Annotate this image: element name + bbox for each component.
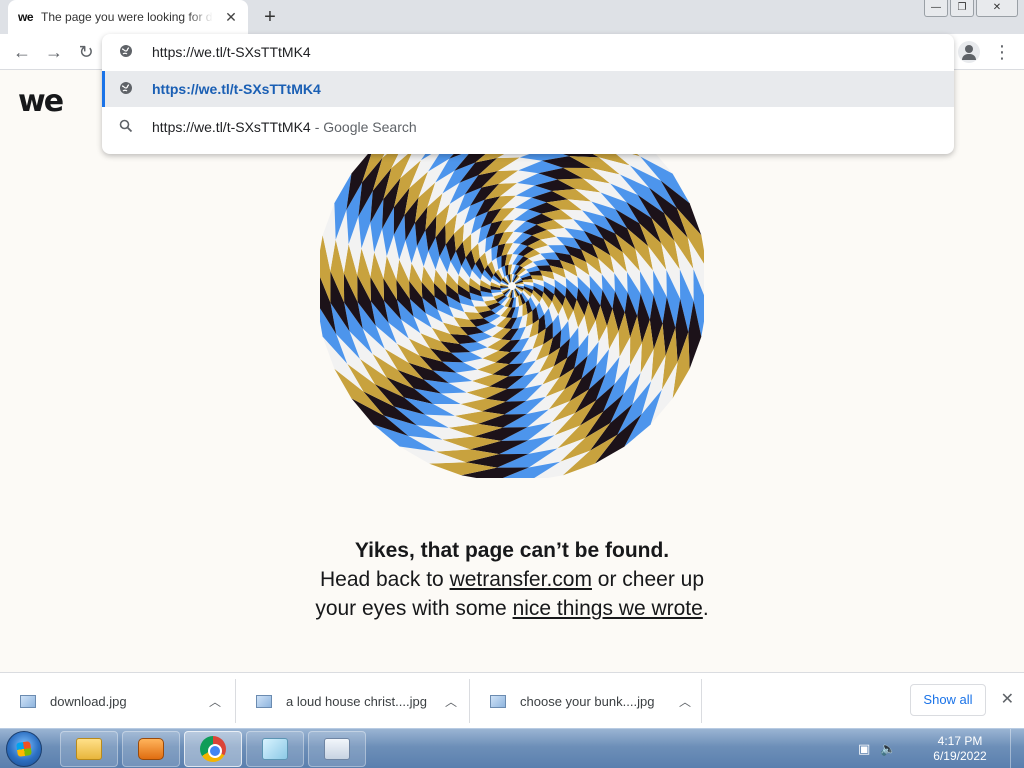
nice-things-link[interactable]: nice things we wrote xyxy=(513,597,703,620)
image-file-icon xyxy=(256,694,272,708)
reload-button[interactable]: ↻ xyxy=(74,40,98,64)
address-bar[interactable]: https://we.tl/t-SXsTTtMK4 xyxy=(102,34,954,70)
omnibox-dropdown: https://we.tl/t-SXsTTtMK4 https://we.tl/… xyxy=(102,34,954,154)
volume-icon[interactable]: 🔈 xyxy=(880,741,896,757)
taskbar-keyboard[interactable] xyxy=(308,731,366,767)
download-shelf: download.jpg ︿ a loud house christ....jp… xyxy=(0,672,1024,728)
tab-strip: we The page you were looking for d ✕ + —… xyxy=(0,0,1024,34)
clock-date: 6/19/2022 xyxy=(933,749,987,763)
tab-title: The page you were looking for d xyxy=(41,10,213,24)
minimize-button[interactable]: — xyxy=(924,0,948,17)
clock-time: 4:17 PM xyxy=(937,734,983,748)
taskbar-media-player[interactable] xyxy=(122,731,180,767)
profile-icon[interactable] xyxy=(958,41,980,63)
address-input[interactable]: https://we.tl/t-SXsTTtMK4 xyxy=(152,44,311,60)
clock[interactable]: 4:17 PM 6/19/2022 xyxy=(920,734,1000,764)
tab-close-icon[interactable]: ✕ xyxy=(222,8,240,26)
wetransfer-link[interactable]: wetransfer.com xyxy=(450,568,592,591)
wetransfer-favicon-icon: we xyxy=(18,10,34,24)
taskbar-notepad[interactable] xyxy=(246,731,304,767)
media-player-icon xyxy=(138,738,164,760)
chevron-up-icon[interactable]: ︿ xyxy=(670,693,700,710)
download-item[interactable]: choose your bunk....jpg ︿ xyxy=(470,679,702,723)
new-tab-button[interactable]: + xyxy=(258,5,282,29)
show-desktop-button[interactable] xyxy=(1010,729,1024,768)
window-close-button[interactable]: ✕ xyxy=(976,0,1018,17)
suggestion-search-text: https://we.tl/t-SXsTTtMK4 xyxy=(152,119,311,135)
window-controls: — ❐ ✕ xyxy=(924,0,1018,17)
download-name: download.jpg xyxy=(50,693,127,709)
taskbar-explorer[interactable] xyxy=(60,731,118,767)
download-name: a loud house christ....jpg xyxy=(286,693,427,709)
body-text-a: Head back to xyxy=(319,568,450,591)
forward-button[interactable]: → xyxy=(42,40,66,64)
error-message: Yikes, that page can’t be found. Head ba… xyxy=(300,536,724,623)
folder-icon xyxy=(76,738,102,760)
image-file-icon xyxy=(20,694,36,708)
suggestion-search-suffix: - Google Search xyxy=(314,119,417,135)
error-headline: Yikes, that page can’t be found. xyxy=(354,539,670,562)
network-icon[interactable]: ▣ xyxy=(858,741,870,757)
restore-button[interactable]: ❐ xyxy=(950,0,974,17)
close-icon[interactable]: ✕ xyxy=(1001,689,1014,709)
windows-taskbar: ▣ 🔈 4:17 PM 6/19/2022 xyxy=(0,728,1024,768)
download-name: choose your bunk....jpg xyxy=(520,693,655,709)
chevron-up-icon[interactable]: ︿ xyxy=(436,693,466,710)
back-button[interactable]: ← xyxy=(10,40,34,64)
browser-tab[interactable]: we The page you were looking for d ✕ xyxy=(8,0,248,34)
download-item[interactable]: a loud house christ....jpg ︿ xyxy=(236,679,470,723)
suggestion-url[interactable]: https://we.tl/t-SXsTTtMK4 xyxy=(102,71,954,107)
body-text-end: . xyxy=(702,597,709,620)
globe-icon xyxy=(118,81,134,98)
chevron-up-icon[interactable]: ︿ xyxy=(200,693,230,710)
wetransfer-logo[interactable]: we xyxy=(18,84,64,119)
menu-icon[interactable]: ⋮ xyxy=(992,40,1012,64)
image-file-icon xyxy=(490,694,506,708)
suggestion-search[interactable]: https://we.tl/t-SXsTTtMK4 - Google Searc… xyxy=(102,109,954,145)
globe-icon xyxy=(118,44,134,61)
show-all-button[interactable]: Show all xyxy=(910,684,986,716)
taskbar-chrome[interactable] xyxy=(184,731,242,767)
download-item[interactable]: download.jpg ︿ xyxy=(0,679,236,723)
start-button[interactable] xyxy=(6,731,42,767)
search-icon xyxy=(118,119,134,136)
error-body: Head back to wetransfer.com or cheer up … xyxy=(300,565,724,623)
chrome-icon xyxy=(200,736,226,762)
keyboard-icon xyxy=(324,738,350,760)
notepad-icon xyxy=(262,738,288,760)
suggestion-url-text: https://we.tl/t-SXsTTtMK4 xyxy=(152,81,321,97)
